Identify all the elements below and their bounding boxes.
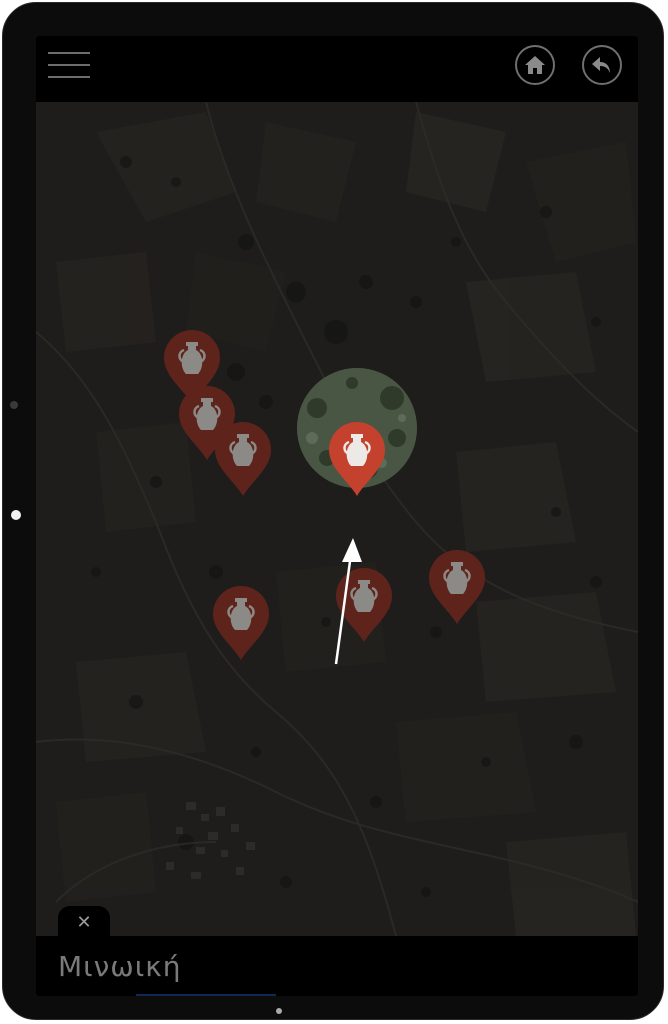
side-sensor — [11, 510, 21, 520]
amphora-icon — [215, 422, 271, 496]
panel-accent-line — [136, 994, 276, 996]
home-icon — [525, 56, 545, 74]
map-marker-site-3[interactable] — [213, 420, 273, 498]
close-panel-button[interactable]: ✕ — [58, 906, 110, 938]
camera-lens — [10, 401, 18, 409]
tablet-frame: ✕ Μινωική — [2, 2, 664, 1020]
map-marker-site-5[interactable] — [334, 566, 394, 644]
amphora-icon — [329, 422, 385, 496]
amphora-icon — [336, 568, 392, 642]
back-button[interactable] — [582, 45, 622, 85]
amphora-icon — [213, 586, 269, 660]
home-button[interactable] — [515, 45, 555, 85]
hamburger-menu-icon[interactable] — [46, 48, 92, 82]
home-indicator — [276, 1008, 282, 1014]
map-marker-site-6[interactable] — [211, 584, 271, 662]
top-bar — [36, 36, 638, 102]
back-arrow-icon — [592, 57, 610, 73]
map-marker-site-4[interactable] — [427, 548, 487, 626]
map-marker-selected[interactable] — [327, 420, 387, 498]
map-terrain — [36, 102, 638, 936]
satellite-map[interactable] — [36, 102, 638, 936]
close-icon: ✕ — [76, 911, 92, 933]
amphora-icon — [429, 550, 485, 624]
info-panel: Μινωική — [36, 936, 638, 996]
app-screen: ✕ Μινωική — [36, 36, 638, 996]
panel-title: Μινωική — [58, 950, 182, 983]
